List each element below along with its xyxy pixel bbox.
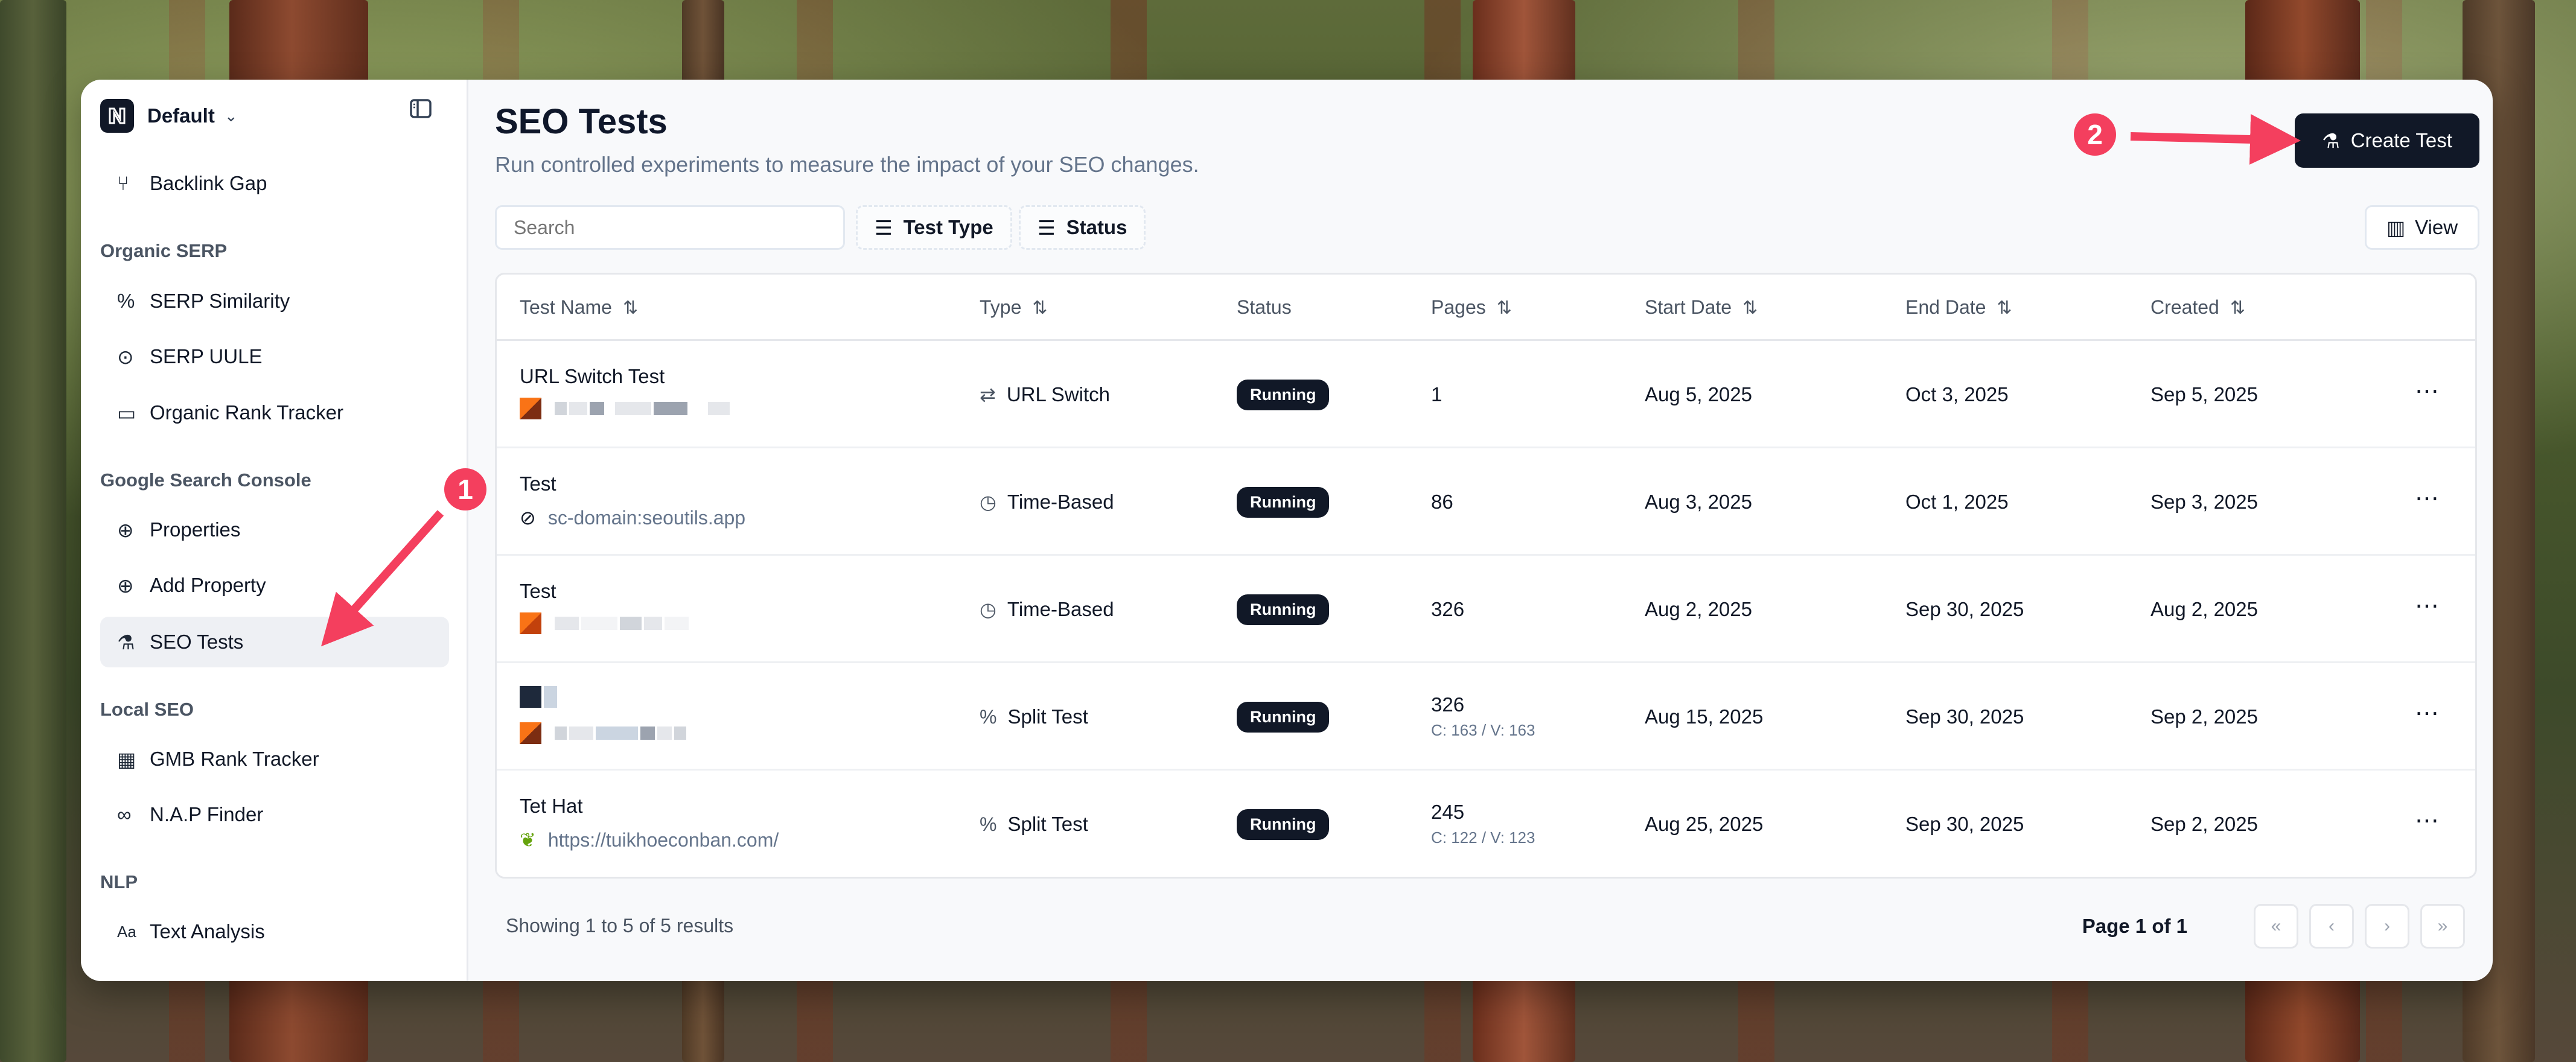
- annotation-arrows: [320, 113, 2301, 647]
- annotation-arrow-2: [2130, 113, 2301, 165]
- annotation-marker-1: 1: [444, 468, 486, 510]
- annotation-marker-2: 2: [2074, 113, 2116, 156]
- annotation-arrow-1: [320, 510, 444, 647]
